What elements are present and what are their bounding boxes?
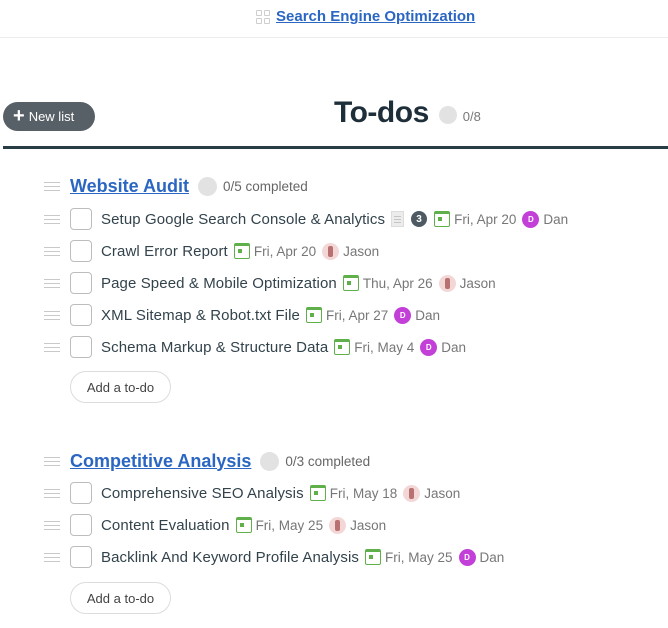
avatar	[322, 242, 340, 260]
drag-handle-icon[interactable]	[44, 520, 60, 530]
grid-icon	[256, 9, 270, 24]
due-date: Fri, Apr 27	[326, 307, 389, 323]
avatar: D	[458, 548, 476, 566]
assignee-name: Dan	[479, 549, 505, 565]
todo-checkbox[interactable]	[70, 240, 92, 262]
todo-item: Page Speed & Mobile Optimization Thu, Ap…	[44, 271, 496, 295]
todo-title[interactable]: Page Speed & Mobile Optimization	[101, 275, 337, 292]
due-date: Fri, May 25	[255, 517, 324, 533]
progress-circle-icon	[260, 451, 280, 471]
list-header: Website Audit 0/5 completed	[44, 174, 308, 198]
avatar	[329, 516, 347, 534]
add-todo-button[interactable]: Add a to-do	[70, 582, 171, 614]
todo-item: Setup Google Search Console & Analytics …	[44, 207, 568, 231]
progress-circle-icon	[198, 176, 218, 196]
assignee-name: Dan	[441, 339, 467, 355]
todo-title[interactable]: Content Evaluation	[101, 517, 230, 534]
todo-title[interactable]: Backlink And Keyword Profile Analysis	[101, 549, 359, 566]
assignee-name: Jason	[459, 275, 496, 291]
assignee-name: Jason	[424, 485, 461, 501]
todo-item: Comprehensive SEO Analysis Fri, May 18 J…	[44, 481, 460, 505]
avatar	[438, 274, 456, 292]
todo-title[interactable]: Setup Google Search Console & Analytics	[101, 211, 385, 228]
top-bar: Search Engine Optimization	[0, 0, 668, 38]
calendar-icon	[309, 485, 326, 501]
calendar-icon	[434, 211, 451, 227]
add-todo-button[interactable]: Add a to-do	[70, 371, 171, 403]
todo-checkbox[interactable]	[70, 546, 92, 568]
new-list-label: New list	[28, 109, 75, 124]
assignee-name: Jason	[343, 243, 380, 259]
drag-handle-icon[interactable]	[44, 456, 60, 466]
list-header: Competitive Analysis 0/3 completed	[44, 449, 370, 473]
todo-checkbox[interactable]	[70, 304, 92, 326]
progress-circle-icon	[438, 106, 457, 124]
list-title[interactable]: Competitive Analysis	[70, 451, 251, 472]
project-title[interactable]: Search Engine Optimization	[276, 8, 475, 25]
due-date: Fri, May 25	[385, 549, 453, 565]
drag-handle-icon[interactable]	[44, 214, 60, 224]
comment-count-badge[interactable]: 3	[411, 211, 428, 227]
drag-handle-icon[interactable]	[44, 488, 60, 498]
list-completed-count: 0/5 completed	[223, 178, 308, 194]
drag-handle-icon[interactable]	[44, 342, 60, 352]
calendar-icon	[235, 517, 252, 533]
calendar-icon	[342, 275, 359, 291]
assignee-name: Dan	[415, 307, 441, 323]
todo-title[interactable]: XML Sitemap & Robot.txt File	[101, 307, 300, 324]
due-date: Fri, May 4	[354, 339, 415, 355]
todo-title[interactable]: Crawl Error Report	[101, 243, 228, 260]
todo-checkbox[interactable]	[70, 272, 92, 294]
new-list-button[interactable]: + New list	[3, 102, 95, 131]
todo-item: Backlink And Keyword Profile Analysis Fr…	[44, 545, 504, 569]
notes-icon	[391, 211, 405, 227]
page-title: To-dos	[334, 96, 429, 129]
avatar: D	[522, 210, 540, 228]
drag-handle-icon[interactable]	[44, 552, 60, 562]
drag-handle-icon[interactable]	[44, 310, 60, 320]
due-date: Fri, Apr 20	[253, 243, 317, 259]
calendar-icon	[306, 307, 322, 323]
due-date: Thu, Apr 26	[362, 275, 433, 291]
plus-icon: +	[13, 104, 25, 127]
todo-checkbox[interactable]	[70, 514, 92, 536]
project-link[interactable]: Search Engine Optimization	[256, 8, 475, 25]
due-date: Fri, May 18	[329, 485, 398, 501]
due-date: Fri, Apr 20	[454, 211, 517, 227]
todo-title[interactable]: Schema Markup & Structure Data	[101, 339, 328, 356]
calendar-icon	[233, 243, 250, 259]
todo-item: Content Evaluation Fri, May 25 Jason	[44, 513, 386, 537]
todo-item: XML Sitemap & Robot.txt File Fri, Apr 27…	[44, 303, 440, 327]
calendar-icon	[365, 549, 381, 565]
assignee-name: Dan	[543, 211, 569, 227]
drag-handle-icon[interactable]	[44, 278, 60, 288]
page-header: To-dos 0/8	[334, 96, 481, 130]
page-progress: 0/8	[462, 108, 481, 124]
todo-item: Crawl Error Report Fri, Apr 20 Jason	[44, 239, 379, 263]
avatar: D	[420, 338, 438, 356]
todo-checkbox[interactable]	[70, 336, 92, 358]
list-completed-count: 0/3 completed	[285, 453, 371, 469]
list-title[interactable]: Website Audit	[70, 176, 189, 197]
todo-item: Schema Markup & Structure Data Fri, May …	[44, 335, 466, 359]
divider	[3, 146, 668, 149]
todo-checkbox[interactable]	[70, 482, 92, 504]
todo-title[interactable]: Comprehensive SEO Analysis	[101, 485, 304, 502]
avatar: D	[394, 306, 412, 324]
todo-checkbox[interactable]	[70, 208, 92, 230]
assignee-name: Jason	[350, 517, 387, 533]
calendar-icon	[334, 339, 351, 355]
avatar	[403, 484, 421, 502]
drag-handle-icon[interactable]	[44, 181, 60, 191]
drag-handle-icon[interactable]	[44, 246, 60, 256]
